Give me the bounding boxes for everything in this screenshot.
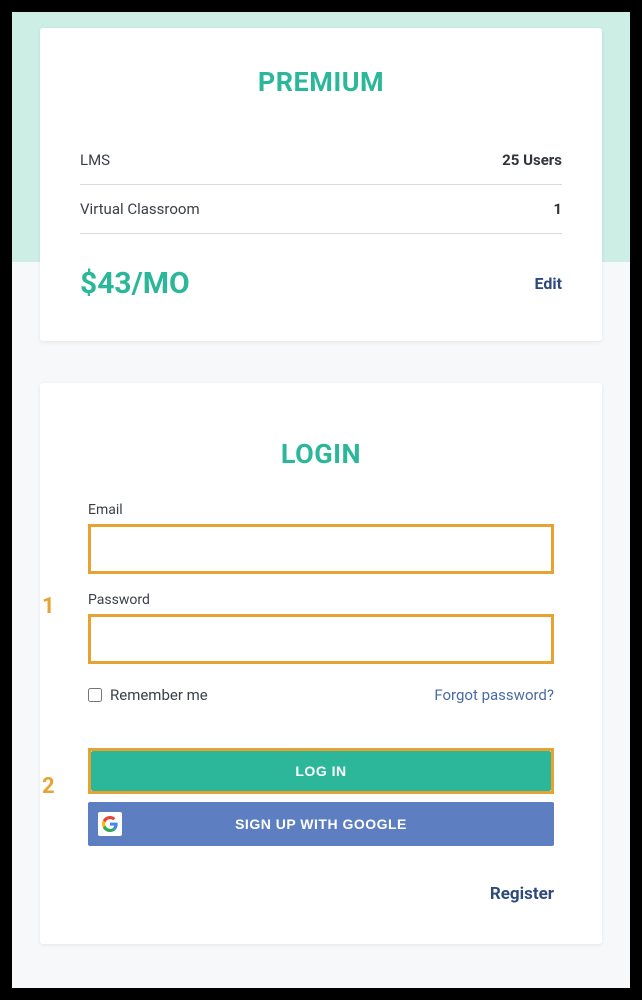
plan-row-label: LMS [80,151,110,169]
login-title: LOGIN [88,438,554,470]
annotation-callout-1: 1 [42,594,55,619]
annotation-callout-2: 2 [42,774,55,799]
google-icon [98,812,122,836]
google-signup-label: SIGN UP WITH GOOGLE [235,816,407,832]
remember-me-group[interactable]: Remember me [88,686,208,704]
google-signup-button[interactable]: SIGN UP WITH GOOGLE [88,802,554,846]
plan-price: $43/MO [80,266,190,301]
login-button[interactable]: LOG IN [91,751,551,791]
login-card: LOGIN Email Password Remember me Forgot … [40,383,602,944]
plan-row-value: 1 [553,200,562,218]
plan-row-value: 25 Users [502,151,562,169]
password-input[interactable] [88,614,554,664]
plan-row-virtual-classroom: Virtual Classroom 1 [80,185,562,234]
plan-row-label: Virtual Classroom [80,200,200,218]
remember-me-label: Remember me [110,686,208,704]
edit-link[interactable]: Edit [534,274,562,293]
plan-title: PREMIUM [80,66,562,98]
remember-me-checkbox[interactable] [88,688,102,702]
email-label: Email [88,502,554,518]
plan-row-lms: LMS 25 Users [80,136,562,185]
email-input[interactable] [88,524,554,574]
register-link[interactable]: Register [490,884,554,904]
forgot-password-link[interactable]: Forgot password? [434,686,554,704]
plan-card: PREMIUM LMS 25 Users Virtual Classroom 1… [40,28,602,341]
password-label: Password [88,592,554,608]
